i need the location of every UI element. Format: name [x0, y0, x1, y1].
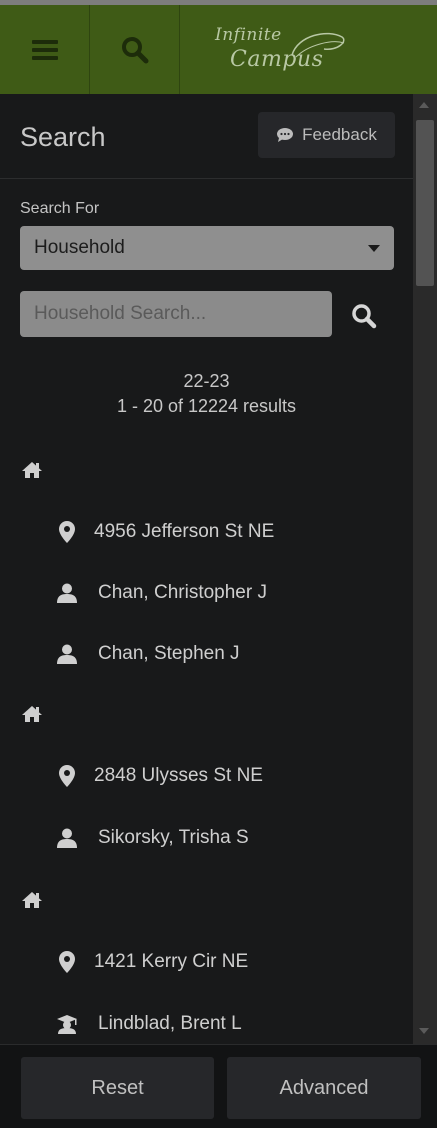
- home-icon: [20, 705, 44, 723]
- app-header: Infinite Campus: [0, 0, 437, 94]
- infinite-campus-logo[interactable]: Infinite Campus: [180, 5, 437, 94]
- user-icon: [56, 583, 78, 603]
- menu-button[interactable]: [0, 5, 90, 94]
- home-icon: [20, 461, 44, 479]
- user-icon: [56, 828, 78, 848]
- household-search-input[interactable]: [20, 291, 332, 337]
- header-search-button[interactable]: [90, 5, 180, 94]
- person-row[interactable]: Chan, Stephen J: [0, 634, 413, 674]
- panel-header: Search Feedback: [0, 94, 413, 179]
- person-row[interactable]: Sikorsky, Trisha S: [0, 818, 413, 858]
- address-row[interactable]: 2848 Ulysses St NE: [0, 756, 413, 796]
- user-icon: [56, 644, 78, 664]
- search-type-select[interactable]: Household: [20, 226, 394, 270]
- student-row[interactable]: Lindblad, Brent L: [0, 1004, 413, 1044]
- scroll-up-arrow-icon[interactable]: [419, 102, 429, 108]
- home-icon: [20, 891, 44, 909]
- graduation-cap-icon: [56, 1014, 78, 1034]
- address-row[interactable]: 1421 Kerry Cir NE: [0, 942, 413, 982]
- map-marker-icon: [56, 765, 78, 787]
- feedback-button[interactable]: Feedback: [258, 112, 395, 158]
- map-marker-icon: [56, 951, 78, 973]
- advanced-button[interactable]: Advanced: [227, 1057, 421, 1119]
- person-name: Lindblad, Brent L: [98, 1013, 242, 1034]
- school-year-label: 22-23: [183, 371, 230, 391]
- logo-text-line1: Infinite: [215, 25, 282, 45]
- address-text: 2848 Ulysses St NE: [94, 765, 263, 786]
- hamburger-icon: [31, 39, 58, 60]
- panel-title: Search: [20, 122, 106, 152]
- address-text: 1421 Kerry Cir NE: [94, 951, 249, 972]
- person-row[interactable]: Chan, Christopher J: [0, 573, 413, 613]
- search-icon: [352, 304, 377, 329]
- household-row[interactable]: [0, 450, 413, 490]
- search-for-label: Search For: [20, 200, 100, 217]
- person-name: Chan, Stephen J: [98, 643, 240, 664]
- person-name: Chan, Christopher J: [98, 582, 267, 603]
- household-row[interactable]: [0, 880, 413, 920]
- feedback-label: Feedback: [302, 125, 377, 144]
- household-row[interactable]: [0, 694, 413, 734]
- search-submit-button[interactable]: [346, 298, 382, 334]
- scroll-down-arrow-icon[interactable]: [419, 1028, 429, 1034]
- scrollbar-thumb[interactable]: [416, 120, 434, 286]
- map-marker-icon: [56, 521, 78, 543]
- search-type-value: Household: [34, 237, 125, 258]
- reset-button[interactable]: Reset: [21, 1057, 214, 1119]
- address-text: 4956 Jefferson St NE: [94, 521, 275, 542]
- address-row[interactable]: 4956 Jefferson St NE: [0, 512, 413, 552]
- search-icon: [121, 36, 148, 63]
- results-summary: 1 - 20 of 12224 results: [116, 396, 297, 416]
- logo-swoosh-icon: [291, 32, 345, 58]
- search-panel: Search Feedback Search For Household 22-…: [0, 94, 413, 1044]
- speech-bubble-icon: [277, 128, 294, 142]
- search-footer: Reset Advanced: [0, 1044, 437, 1128]
- results-scrollbar[interactable]: [413, 94, 437, 1044]
- chevron-down-icon: [368, 245, 380, 252]
- person-name: Sikorsky, Trisha S: [98, 827, 249, 848]
